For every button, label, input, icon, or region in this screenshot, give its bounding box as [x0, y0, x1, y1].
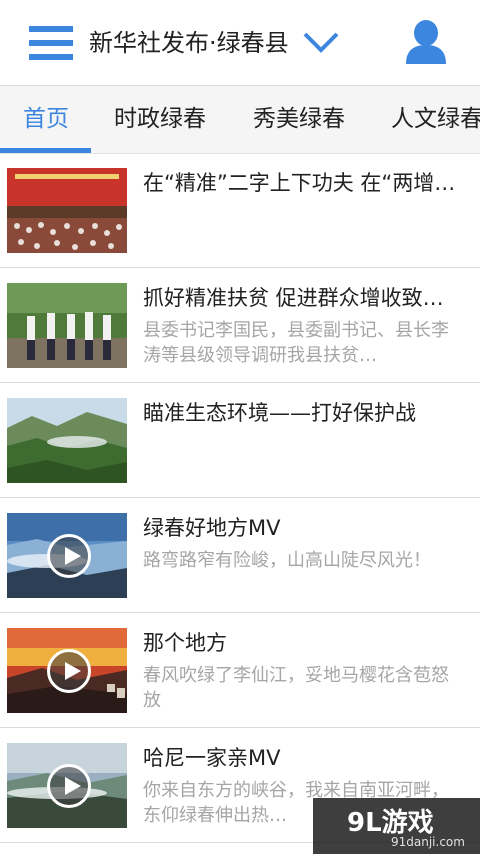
article-summary: 春风吹绿了李仙江，妥地马樱花含苞怒放	[143, 665, 449, 711]
user-icon[interactable]	[404, 20, 448, 66]
page-title: 新华社发布·绿春县	[89, 29, 289, 57]
tab-politics[interactable]: 时政绿春	[114, 86, 206, 152]
watermark-url: 91danji.com	[391, 835, 465, 849]
article-title: 绿春好地方MV	[143, 516, 281, 540]
menu-bar	[29, 26, 73, 32]
watermark-logo: 9L游戏	[347, 808, 434, 838]
menu-bar	[29, 40, 73, 46]
video-thumbnail	[7, 513, 127, 598]
play-icon[interactable]	[47, 764, 91, 808]
list-item[interactable]: 绿春好地方MV 路弯路窄有险峻，山高山陡尽风光！	[0, 498, 480, 613]
play-icon[interactable]	[47, 649, 91, 693]
article-list: 在“精准”二字上下功夫 在“两增… 抓好精准扶贫 促进群众增收致… 县委书记李国…	[0, 153, 480, 843]
tab-culture[interactable]: 人文绿春	[391, 86, 480, 152]
menu-bar	[29, 54, 73, 60]
watermark: 9L游戏 91danji.com	[313, 798, 480, 854]
app-header: 新华社发布·绿春县	[0, 0, 480, 86]
article-title: 抓好精准扶贫 促进群众增收致…	[143, 286, 444, 310]
menu-icon[interactable]	[29, 26, 73, 60]
play-icon[interactable]	[47, 534, 91, 578]
chevron-down-icon[interactable]	[300, 24, 342, 60]
list-item[interactable]: 那个地方 春风吹绿了李仙江，妥地马樱花含苞怒放	[0, 613, 480, 728]
article-title: 那个地方	[143, 631, 227, 655]
article-title: 瞄准生态环境——打好保护战	[143, 401, 416, 425]
article-summary: 路弯路窄有险峻，山高山陡尽风光！	[143, 550, 431, 571]
article-summary: 县委书记李国民，县委副书记、县长李涛等县级领导调研我县扶贫…	[143, 320, 449, 366]
video-thumbnail	[7, 628, 127, 713]
article-thumbnail	[7, 398, 127, 483]
article-title: 在“精准”二字上下功夫 在“两增…	[143, 171, 456, 195]
article-thumbnail	[7, 283, 127, 368]
list-item[interactable]: 抓好精准扶贫 促进群众增收致… 县委书记李国民，县委副书记、县长李涛等县级领导调…	[0, 268, 480, 383]
tab-home[interactable]: 首页	[23, 86, 69, 152]
list-item[interactable]: 在“精准”二字上下功夫 在“两增…	[0, 153, 480, 268]
article-title: 哈尼一家亲MV	[143, 746, 281, 770]
tab-scenery[interactable]: 秀美绿春	[253, 86, 345, 152]
article-thumbnail	[7, 168, 127, 253]
category-tabs: 首页 时政绿春 秀美绿春 人文绿春	[0, 86, 480, 154]
list-item[interactable]: 瞄准生态环境——打好保护战	[0, 383, 480, 498]
video-thumbnail	[7, 743, 127, 828]
